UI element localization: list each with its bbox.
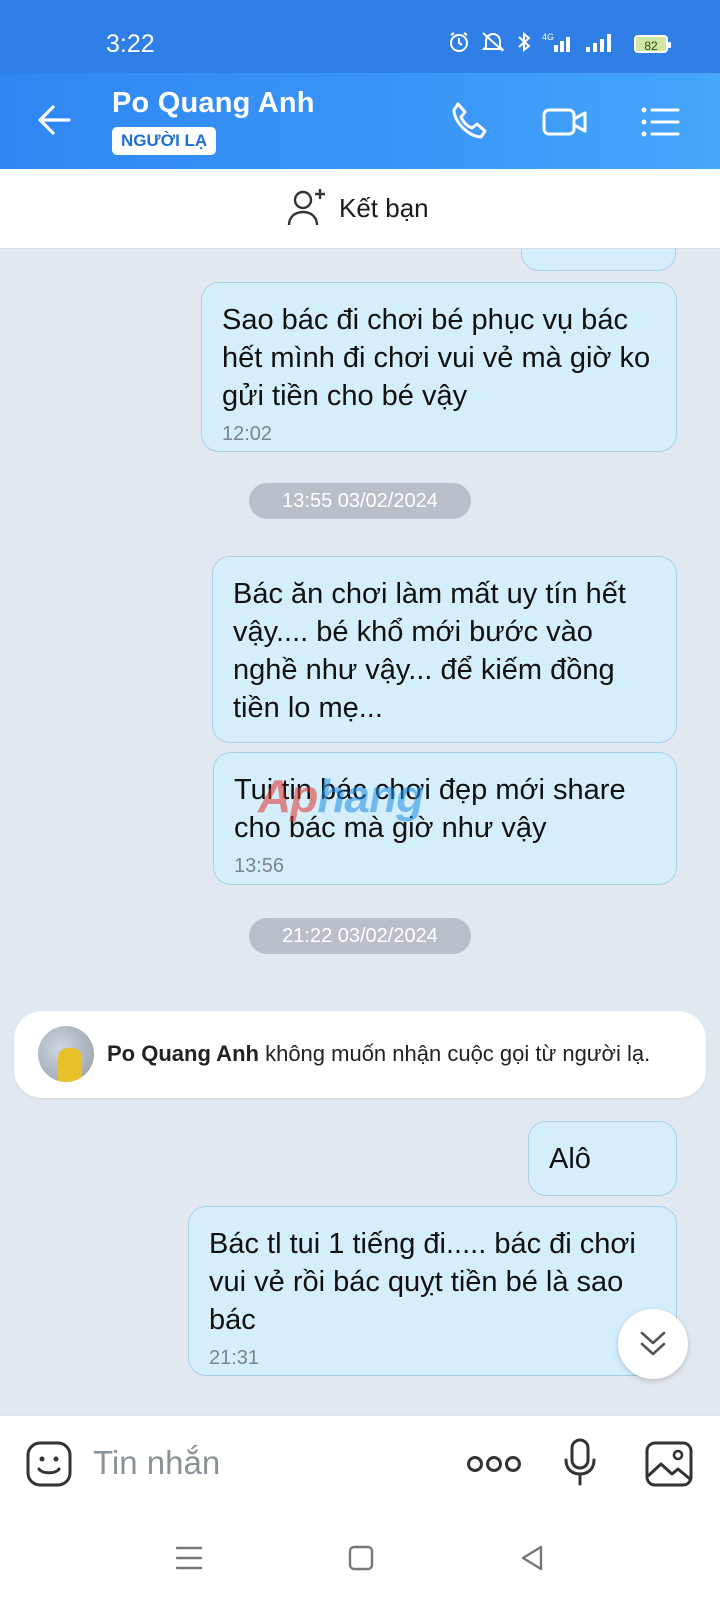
message-bubble[interactable]: Bác tl tui 1 tiếng đi..... bác đi chơi v…: [188, 1206, 677, 1376]
message-bubble[interactable]: Sao bác đi chơi bé phục vụ bác hết mình …: [201, 282, 677, 452]
more-options-icon[interactable]: [466, 1454, 522, 1474]
message-time: 12:02: [222, 423, 273, 445]
menu-list-icon[interactable]: [636, 98, 684, 146]
add-friend-icon: [287, 189, 325, 226]
scroll-to-bottom-button[interactable]: [618, 1309, 688, 1379]
emoji-sticker-icon[interactable]: [25, 1440, 73, 1488]
status-bar: 3:22 4G 82: [0, 0, 720, 73]
message-text: Bác tl tui 1 tiếng đi..... bác đi chơi v…: [209, 1228, 636, 1336]
chat-header: Po Quang Anh NGƯỜI LẠ: [0, 73, 720, 169]
signal-4g-icon: 4G: [542, 32, 570, 52]
message-input[interactable]: Tin nhắn: [93, 1444, 220, 1482]
watermark-logo: Aphang: [258, 769, 424, 823]
message-text: Sao bác đi chơi bé phục vụ bác hết mình …: [222, 304, 651, 412]
double-chevron-down-icon: [640, 1331, 666, 1356]
add-friend-label[interactable]: Kết bạn: [339, 193, 429, 224]
date-separator: 21:22 03/02/2024: [249, 918, 471, 954]
avatar[interactable]: [38, 1026, 94, 1082]
message-time: 21:31: [209, 1347, 260, 1369]
alarm-icon: [450, 32, 468, 52]
svg-text:4G: 4G: [542, 32, 554, 42]
message-bubble-partial[interactable]: [521, 249, 676, 271]
signal-icon: [586, 34, 611, 52]
chat-area[interactable]: Sao bác đi chơi bé phục vụ bác hết mình …: [0, 249, 720, 1415]
system-notice-text: Po Quang Anh không muốn nhận cuộc gọi từ…: [107, 1041, 650, 1067]
message-bubble[interactable]: Alô: [528, 1121, 677, 1196]
message-text: Bác ăn chơi làm mất uy tín hết vậy.... b…: [233, 578, 626, 724]
system-navigation-bar: [0, 1515, 720, 1600]
system-notice: Po Quang Anh không muốn nhận cuộc gọi từ…: [14, 1011, 706, 1098]
system-notice-name: Po Quang Anh: [107, 1041, 259, 1066]
message-time: 13:56: [234, 855, 285, 877]
bluetooth-icon: [518, 31, 531, 53]
date-separator: 13:55 03/02/2024: [249, 483, 471, 519]
message-text: Alô: [549, 1143, 591, 1175]
home-icon[interactable]: [348, 1545, 374, 1571]
video-call-icon[interactable]: [541, 98, 589, 146]
image-gallery-icon[interactable]: [644, 1440, 694, 1488]
status-icons: 4G: [448, 31, 614, 53]
back-nav-icon[interactable]: [519, 1545, 545, 1571]
mute-icon: [481, 32, 505, 52]
stranger-badge: NGƯỜI LẠ: [112, 127, 217, 155]
watermark-part2: hang: [317, 770, 424, 822]
message-input-bar: Tin nhắn: [0, 1415, 720, 1516]
recent-apps-icon[interactable]: [175, 1545, 203, 1571]
phone-call-icon[interactable]: [446, 98, 494, 146]
contact-name[interactable]: Po Quang Anh: [112, 87, 315, 120]
watermark-part1: Ap: [258, 770, 318, 822]
add-friend-bar[interactable]: Kết bạn: [0, 169, 720, 249]
system-notice-message: không muốn nhận cuộc gọi từ người lạ.: [265, 1041, 651, 1066]
microphone-icon[interactable]: [563, 1438, 597, 1488]
status-time: 3:22: [106, 30, 155, 58]
battery-indicator: 82: [634, 35, 671, 53]
back-arrow-icon[interactable]: [33, 98, 77, 142]
message-bubble[interactable]: Bác ăn chơi làm mất uy tín hết vậy.... b…: [212, 556, 677, 743]
